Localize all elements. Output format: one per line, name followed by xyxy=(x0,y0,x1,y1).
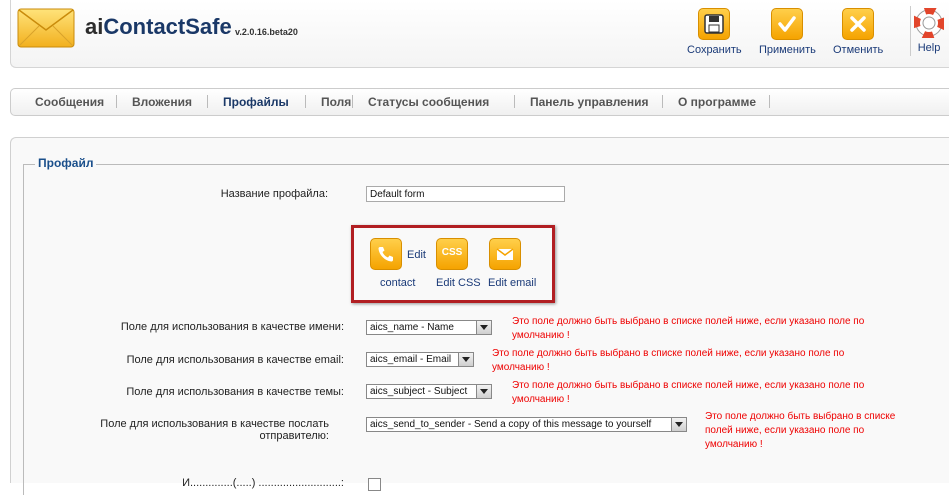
profile-legend: Профайл xyxy=(35,156,97,170)
tab-fields[interactable]: Поля xyxy=(321,95,351,109)
edit-email-button[interactable] xyxy=(489,238,521,270)
save-label: Сохранить xyxy=(687,44,742,56)
floppy-icon xyxy=(698,8,731,40)
edit-contact-button[interactable] xyxy=(370,238,402,270)
chevron-down-icon xyxy=(458,353,473,366)
save-button[interactable]: Сохранить xyxy=(687,8,742,56)
send-to-sender-value: aics_send_to_sender - Send a copy of thi… xyxy=(370,419,652,430)
name-field-select[interactable]: aics_name - Name xyxy=(366,320,492,335)
chevron-down-icon xyxy=(671,418,686,431)
email-field-value: aics_email - Email xyxy=(370,354,452,365)
close-icon xyxy=(842,8,875,40)
profile-name-input[interactable]: Default form xyxy=(366,186,565,202)
toolbar-divider xyxy=(910,6,911,56)
email-field-label: Поле для использования в качестве email: xyxy=(126,354,344,366)
lifebuoy-icon xyxy=(912,6,946,40)
cancel-button[interactable]: Отменить xyxy=(833,8,883,56)
tab-message-statuses[interactable]: Статусы сообщения xyxy=(368,95,489,109)
edit-css-label[interactable]: Edit CSS xyxy=(436,277,481,289)
send-to-sender-warning: Это поле должно быть выбрано в списке по… xyxy=(705,410,945,452)
tab-divider xyxy=(116,95,117,108)
apply-label: Применить xyxy=(759,44,816,56)
name-field-value: aics_name - Name xyxy=(370,322,454,333)
send-to-sender-warning-line1: Это поле должно быть выбрано в списке xyxy=(705,411,896,422)
profile-name-label: Название профайла: xyxy=(220,188,328,200)
app-title: aiContactSafe xyxy=(85,14,232,39)
subject-field-value: aics_subject - Subject xyxy=(370,386,468,397)
send-to-sender-warning-line2: полей ниже, если указано поле по xyxy=(705,425,865,436)
subject-field-label: Поле для использования в качестве темы: xyxy=(126,386,344,398)
tab-divider xyxy=(769,95,770,108)
cancel-label: Отменить xyxy=(833,44,884,56)
edit-email-label[interactable]: Edit email xyxy=(488,277,536,289)
tab-divider xyxy=(662,95,663,108)
name-field-label: Поле для использования в качестве имени: xyxy=(120,321,344,333)
apply-button[interactable]: Применить xyxy=(759,8,816,56)
email-field-select[interactable]: aics_email - Email xyxy=(366,352,474,367)
tab-divider xyxy=(305,95,306,108)
name-field-warning-line1: Это поле должно быть выбрано в списке по… xyxy=(512,316,865,327)
tab-bar: Сообщения Вложения Профайлы Поля Статусы… xyxy=(10,88,949,116)
partial-field-label: И..............(.....) .................… xyxy=(182,477,344,489)
subject-field-warning: Это поле должно быть выбрано в списке по… xyxy=(512,379,864,407)
tab-control-panel[interactable]: Панель управления xyxy=(530,95,648,109)
edit-contact-label-bottom[interactable]: contact xyxy=(380,277,415,289)
email-field-warning: Это поле должно быть выбрано в списке по… xyxy=(492,347,844,375)
name-field-warning-line2: умолчанию ! xyxy=(512,330,570,341)
chevron-down-icon xyxy=(476,385,491,398)
chevron-down-icon xyxy=(476,321,491,334)
checkmark-icon xyxy=(771,8,804,40)
send-to-sender-warning-line3: умолчанию ! xyxy=(705,439,763,450)
subject-field-warning-line2: умолчанию ! xyxy=(512,394,570,405)
mail-icon xyxy=(496,248,514,260)
tab-divider xyxy=(352,95,353,108)
subject-field-select[interactable]: aics_subject - Subject xyxy=(366,384,492,399)
name-field-warning: Это поле должно быть выбрано в списке по… xyxy=(512,315,864,343)
app-version: v.2.0.16.beta20 xyxy=(235,27,298,37)
send-to-sender-label-line1: Поле для использования в качестве послат… xyxy=(100,418,329,430)
css-icon: CSS xyxy=(441,247,463,258)
email-field-warning-line1: Это поле должно быть выбрано в списке по… xyxy=(492,348,845,359)
tab-attachments[interactable]: Вложения xyxy=(132,95,192,109)
envelope-logo-icon xyxy=(17,8,75,48)
tab-divider xyxy=(514,95,515,108)
subject-field-warning-line1: Это поле должно быть выбрано в списке по… xyxy=(512,380,865,391)
help-label: Help xyxy=(917,42,941,54)
phone-icon xyxy=(378,247,393,262)
send-to-sender-label-line2: отправителю: xyxy=(259,430,330,442)
tab-profiles[interactable]: Профайлы xyxy=(223,95,289,109)
send-to-sender-field-label: Поле для использования в качестве послат… xyxy=(60,418,329,442)
help-button[interactable]: Help xyxy=(912,6,946,54)
edit-contact-label-top[interactable]: Edit xyxy=(407,249,426,261)
email-field-warning-line2: умолчанию ! xyxy=(492,362,550,373)
app-header: aiContactSafe v.2.0.16.beta20 Сохранить … xyxy=(10,0,949,68)
edit-css-button[interactable]: CSS xyxy=(436,238,468,270)
tab-messages[interactable]: Сообщения xyxy=(35,95,104,109)
tab-about[interactable]: О программе xyxy=(678,95,756,109)
tab-divider xyxy=(207,95,208,108)
send-to-sender-select[interactable]: aics_send_to_sender - Send a copy of thi… xyxy=(366,417,687,432)
partial-field-checkbox[interactable] xyxy=(368,478,381,491)
